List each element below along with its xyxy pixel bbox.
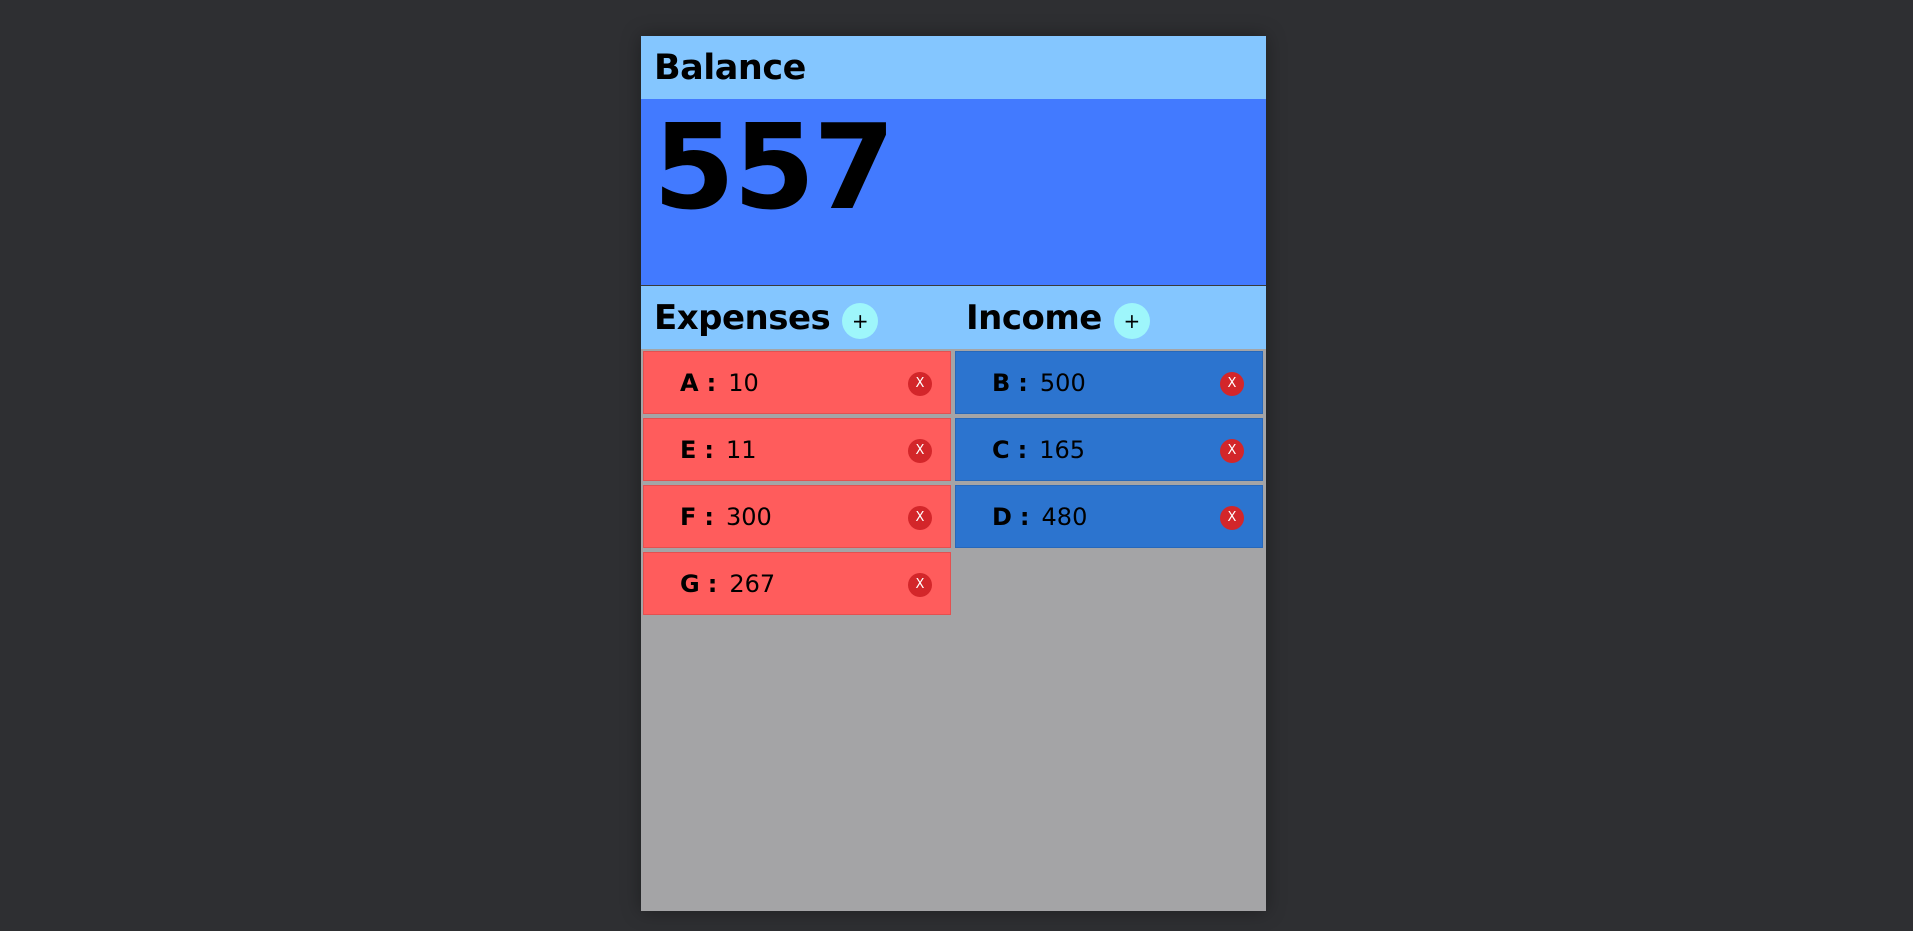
expense-item-value: 267	[729, 569, 776, 598]
expense-item-separator: :	[704, 435, 715, 464]
expense-item-name: F	[680, 502, 697, 531]
expense-item-separator: :	[707, 569, 718, 598]
expenses-list: A : 10 X E : 11 X F : 300 X G : 267 X	[641, 349, 953, 618]
delete-expense-button[interactable]: X	[908, 573, 932, 597]
expense-item: A : 10 X	[643, 351, 951, 414]
income-item-name: D	[992, 502, 1012, 531]
delete-expense-button[interactable]: X	[908, 506, 932, 530]
expense-item-name: A	[680, 368, 699, 397]
income-item-name: C	[992, 435, 1010, 464]
balance-title: Balance	[654, 47, 806, 88]
income-header: Income +	[953, 286, 1265, 349]
expenses-title: Expenses	[654, 297, 831, 338]
add-income-button[interactable]: +	[1113, 302, 1150, 339]
income-item: C : 165 X	[955, 418, 1263, 481]
income-item-separator: :	[1018, 368, 1028, 397]
delete-income-button[interactable]: X	[1220, 372, 1244, 396]
expenses-header: Expenses +	[641, 286, 953, 349]
expense-item: F : 300 X	[643, 485, 951, 548]
expense-item-value: 11	[726, 435, 757, 464]
columns-header: Expenses + Income +	[641, 286, 1266, 349]
delete-expense-button[interactable]: X	[908, 372, 932, 396]
income-item-value: 480	[1041, 502, 1088, 531]
delete-expense-button[interactable]: X	[908, 439, 932, 463]
expense-item-name: G	[680, 569, 700, 598]
expense-item-name: E	[680, 435, 697, 464]
income-item-separator: :	[1019, 502, 1030, 531]
balance-amount: 557	[653, 98, 895, 236]
budget-app: Balance 557 Expenses + Income + A : 10 X…	[641, 36, 1266, 911]
income-item-value: 500	[1039, 368, 1086, 397]
income-item: D : 480 X	[955, 485, 1263, 548]
income-item-value: 165	[1039, 435, 1086, 464]
expense-item-value: 10	[728, 368, 759, 397]
income-title: Income	[966, 297, 1102, 338]
expense-item-value: 300	[726, 502, 772, 531]
delete-income-button[interactable]: X	[1220, 439, 1244, 463]
add-expense-button[interactable]: +	[842, 302, 879, 339]
expense-item: G : 267 X	[643, 552, 951, 615]
income-item: B : 500 X	[955, 351, 1263, 414]
expense-item-separator: :	[706, 368, 717, 397]
income-item-name: B	[992, 368, 1011, 397]
income-list: B : 500 X C : 165 X D : 480 X	[953, 349, 1265, 618]
lists-container: A : 10 X E : 11 X F : 300 X G : 267 X B …	[641, 349, 1266, 618]
balance-panel: 557	[641, 99, 1266, 286]
income-item-separator: :	[1017, 435, 1028, 464]
balance-header: Balance	[641, 36, 1266, 99]
expense-item-separator: :	[704, 502, 715, 531]
expense-item: E : 11 X	[643, 418, 951, 481]
delete-income-button[interactable]: X	[1220, 506, 1244, 530]
